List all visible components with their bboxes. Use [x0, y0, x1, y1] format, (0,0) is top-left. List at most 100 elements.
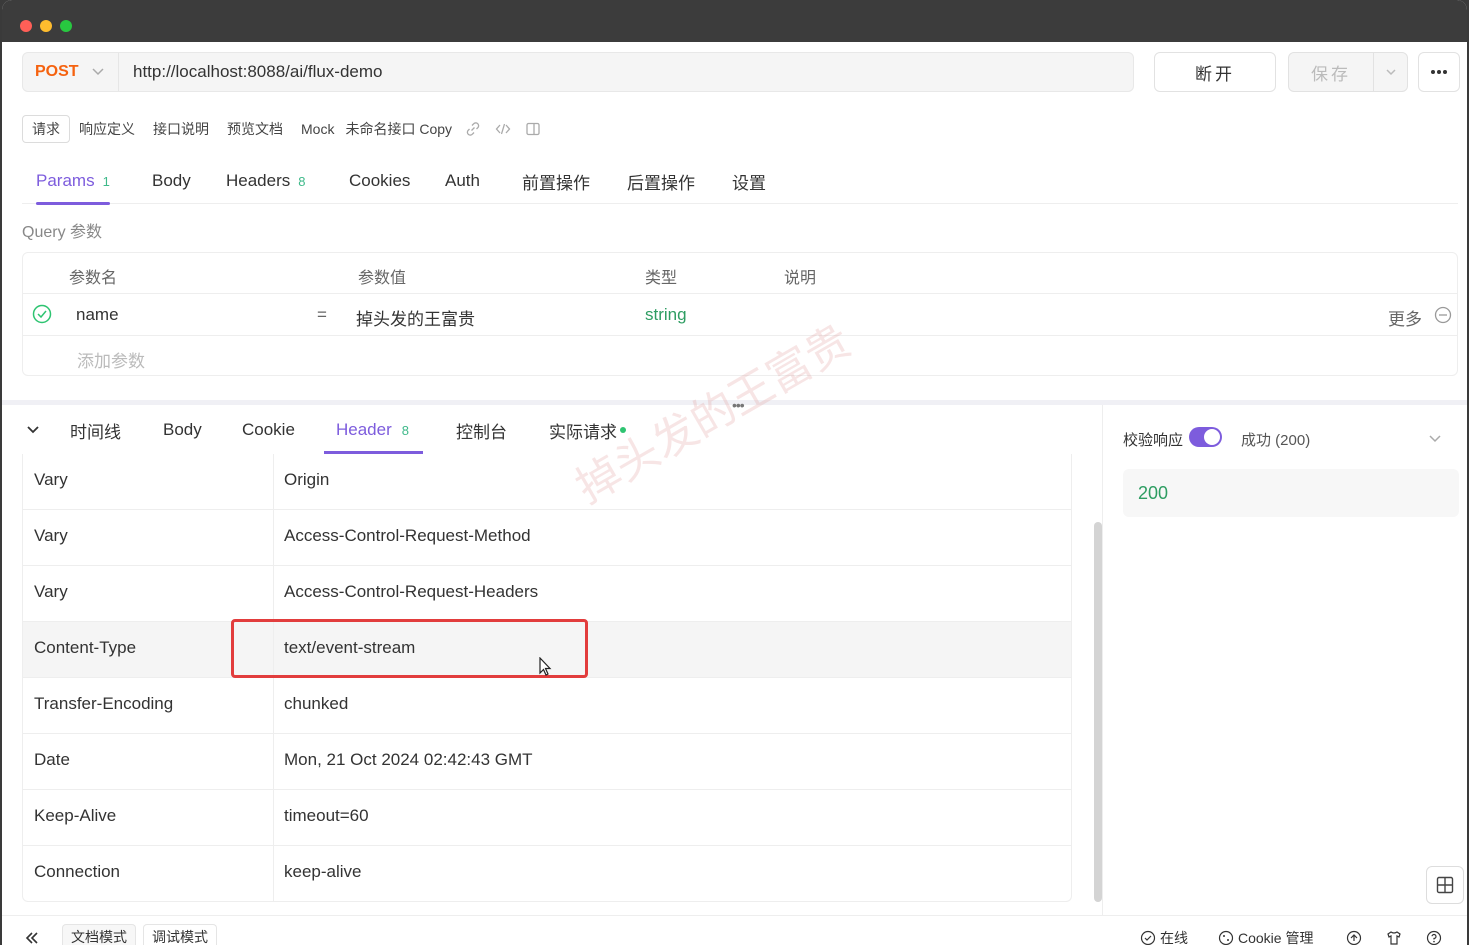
- online-status[interactable]: 在线: [1140, 928, 1188, 945]
- table-header: 参数名 参数值 类型 说明: [23, 253, 1457, 294]
- chevron-down-icon[interactable]: [26, 422, 40, 436]
- table-row: Keep-Alive timeout=60: [23, 790, 1071, 846]
- more-link[interactable]: 更多: [1388, 305, 1422, 330]
- save-button[interactable]: 保存: [1288, 52, 1374, 92]
- request-url-bar: POST: [22, 52, 1134, 92]
- column-header-value: 参数值: [358, 270, 407, 287]
- response-tabs: 时间线 Body Cookie Header 8 控制台 实际请求: [22, 406, 1082, 454]
- validation-status[interactable]: 成功 (200): [1241, 429, 1310, 450]
- tab-count: 1: [102, 173, 110, 189]
- status-dot: [620, 427, 626, 433]
- tab-label: Params: [36, 171, 95, 190]
- header-key: Transfer-Encoding: [34, 694, 174, 713]
- upload-icon[interactable]: [1346, 930, 1362, 945]
- query-section-title: Query 参数: [22, 224, 103, 241]
- save-options-button[interactable]: [1373, 52, 1408, 92]
- tab-params[interactable]: Params 1: [36, 158, 110, 205]
- tab-label: 前置操作: [522, 173, 590, 193]
- request-param-tabs: Params 1 Body Headers 8 Cookies Auth 前置操作 …: [22, 158, 1458, 205]
- header-value: Origin: [284, 470, 330, 489]
- vertical-scrollbar[interactable]: [1094, 522, 1102, 902]
- header-key: Date: [34, 750, 70, 769]
- subtab-request[interactable]: 请求: [22, 115, 70, 143]
- validate-response-toggle[interactable]: [1189, 427, 1222, 447]
- subtab-api-description[interactable]: 接口说明: [144, 115, 218, 143]
- help-icon[interactable]: [1426, 930, 1442, 945]
- header-key: Connection: [34, 862, 121, 881]
- tab-settings[interactable]: 设置: [732, 158, 766, 204]
- tab-pre-operations[interactable]: 前置操作: [522, 158, 590, 204]
- tab-timeline[interactable]: 时间线: [70, 406, 121, 454]
- add-param-placeholder[interactable]: 添加参数: [77, 347, 145, 372]
- header-value: timeout=60: [284, 806, 369, 825]
- cookie-icon: [1218, 930, 1234, 945]
- cookie-manage-label: Cookie 管理: [1238, 930, 1314, 945]
- highlight-annotation-box: [231, 619, 588, 678]
- tab-response-header[interactable]: Header 8: [324, 406, 423, 454]
- header-value: keep-alive: [284, 862, 362, 881]
- debug-mode-button[interactable]: 调试模式: [143, 924, 217, 945]
- api-name[interactable]: 未命名接口 Copy: [343, 115, 458, 143]
- header-key: Vary: [34, 582, 68, 601]
- tab-label: 设置: [732, 173, 766, 193]
- param-name[interactable]: name: [76, 305, 119, 325]
- subtab-response-definition[interactable]: 响应定义: [70, 115, 144, 143]
- status-bar: 文档模式 调试模式 在线 Cookie 管理: [2, 915, 1467, 945]
- tab-headers[interactable]: Headers 8: [226, 158, 306, 204]
- link-icon[interactable]: [465, 121, 481, 137]
- more-dots-icon: [1431, 70, 1447, 74]
- tab-label: Auth: [445, 171, 480, 190]
- tab-actual-request[interactable]: 实际请求: [549, 406, 626, 454]
- tab-body[interactable]: Body: [152, 158, 191, 204]
- chevron-down-icon: [1385, 69, 1396, 76]
- enabled-check-icon[interactable]: [32, 304, 52, 324]
- tab-response-body[interactable]: Body: [163, 406, 202, 454]
- maximize-window-button[interactable]: [60, 20, 72, 32]
- tab-label: Headers: [226, 171, 291, 190]
- divider: [273, 510, 274, 565]
- subtab-preview-doc[interactable]: 预览文档: [218, 115, 292, 143]
- tab-auth[interactable]: Auth: [445, 158, 480, 204]
- subtab-mock[interactable]: Mock: [292, 115, 343, 143]
- chevron-down-icon: [92, 68, 104, 76]
- divider: [273, 566, 274, 621]
- tab-cookies[interactable]: Cookies: [349, 158, 410, 204]
- chevron-down-icon[interactable]: [1428, 431, 1442, 445]
- validation-panel: 校验响应 成功 (200) 200: [1102, 405, 1467, 915]
- layout-toggle-button[interactable]: [1426, 866, 1464, 904]
- header-key: Keep-Alive: [34, 806, 117, 825]
- column-header-name: 参数名: [69, 270, 118, 287]
- tab-console[interactable]: 控制台: [456, 406, 507, 454]
- remove-param-icon[interactable]: [1434, 306, 1452, 324]
- more-options-button[interactable]: [1418, 52, 1460, 92]
- cookie-manage-button[interactable]: Cookie 管理: [1218, 928, 1313, 945]
- minimize-window-button[interactable]: [40, 20, 52, 32]
- header-key: Vary: [34, 470, 68, 489]
- disconnect-button[interactable]: 断开: [1154, 52, 1276, 92]
- url-input[interactable]: [133, 53, 1113, 91]
- param-value[interactable]: 掉头发的王富贵: [356, 305, 475, 330]
- tab-response-cookie[interactable]: Cookie: [242, 406, 295, 454]
- shirt-icon[interactable]: [1386, 930, 1402, 945]
- method-label: POST: [35, 63, 79, 80]
- table-row: Date Mon, 21 Oct 2024 02:42:43 GMT: [23, 734, 1071, 790]
- collapse-sidebar-icon[interactable]: [24, 930, 40, 945]
- table-row: Vary Access-Control-Request-Method: [23, 510, 1071, 566]
- close-window-button[interactable]: [20, 20, 32, 32]
- online-label: 在线: [1160, 930, 1188, 945]
- column-header-description: 说明: [784, 270, 817, 287]
- mouse-cursor-icon: [539, 657, 552, 676]
- table-row: Vary Access-Control-Request-Headers: [23, 566, 1071, 622]
- divider: [273, 678, 274, 733]
- app-window: POST 断开 保存 请求 响应定义 接口说明 预览文档 Mock 未命名接口 …: [2, 0, 1467, 945]
- header-key: Vary: [34, 526, 68, 545]
- code-icon[interactable]: [495, 121, 511, 137]
- divider: [273, 846, 274, 901]
- method-select[interactable]: POST: [23, 53, 119, 91]
- table-row: name = 掉头发的王富贵 string 更多: [23, 294, 1457, 336]
- param-type[interactable]: string: [645, 305, 687, 325]
- tab-label: Body: [152, 171, 191, 190]
- panel-toggle-icon[interactable]: [525, 121, 541, 137]
- tab-post-operations[interactable]: 后置操作: [627, 158, 695, 204]
- doc-mode-button[interactable]: 文档模式: [62, 924, 136, 945]
